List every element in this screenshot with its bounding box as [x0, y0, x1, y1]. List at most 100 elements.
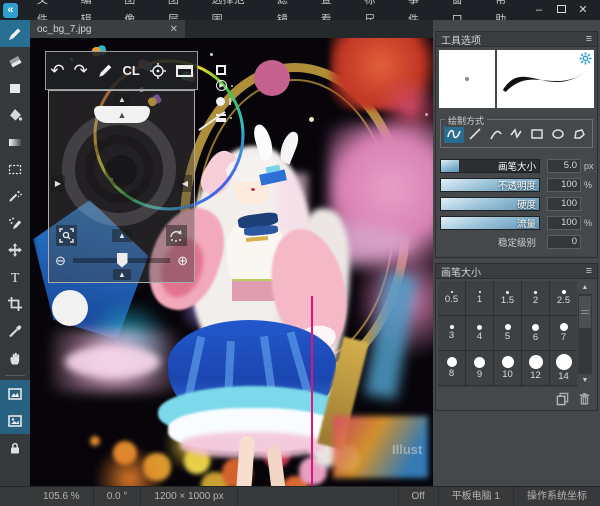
image-panel-toggle-1[interactable] [0, 380, 30, 407]
scroll-up-icon[interactable]: ▲ [578, 281, 592, 294]
brush-size-preset[interactable]: 0.5 [438, 281, 465, 315]
hardness-slider[interactable]: 硬度 [440, 196, 540, 211]
fit-view-button[interactable] [56, 225, 77, 246]
pen-quick-button[interactable] [97, 62, 114, 79]
expand-button[interactable]: ▲ [113, 269, 131, 280]
panel-menu-icon[interactable]: ≡ [586, 265, 592, 277]
brush-size-preset[interactable]: 5 [494, 316, 521, 350]
draw-freehand-button[interactable] [444, 125, 464, 143]
zoom-out-button[interactable]: ⊖ [55, 254, 66, 267]
draw-polyline-button[interactable] [506, 125, 526, 143]
brush-tip-preview[interactable] [439, 50, 495, 108]
brush-size-preset[interactable] [466, 386, 493, 387]
nudge-up-button[interactable]: ▲ [112, 229, 132, 242]
undo-button[interactable]: ↶ [50, 62, 64, 79]
panel-menu-icon[interactable]: ≡ [586, 33, 592, 45]
rotate-fan-button[interactable]: ▲ [94, 106, 150, 123]
zoom-level[interactable]: 105.6 % [30, 487, 94, 506]
tool-options-header[interactable]: 工具选项 ≡ [436, 32, 597, 47]
brush-size-preset[interactable]: 6 [522, 316, 549, 350]
tablet-mode[interactable]: 平板电脑 1 [437, 487, 513, 506]
flow-value[interactable]: 100 [547, 215, 581, 230]
canvas[interactable]: Illust ▶ ↶ ↷ CL ▲ ▲ ▶ ◀ ▲ ⊖ ⊕ ▲ [30, 38, 433, 486]
brush-size-preset[interactable] [522, 386, 549, 387]
zoom-in-button[interactable]: ⊕ [177, 254, 188, 267]
brush-size-preset[interactable]: 10 [494, 351, 521, 385]
flow-slider[interactable]: 流量 [440, 215, 540, 230]
gradient-tool[interactable] [0, 128, 30, 155]
brush-size-preset[interactable]: 2 [522, 281, 549, 315]
coordinate-mode[interactable]: 操作系统坐标 [513, 487, 600, 506]
brush-size-preset[interactable]: 14 [550, 351, 577, 385]
text-tool[interactable]: T [0, 263, 30, 290]
brush-size-preset[interactable]: 8 [438, 351, 465, 385]
brush-size-preset[interactable]: 3 [438, 316, 465, 350]
reset-rotation-button[interactable] [166, 225, 187, 246]
pen-tool[interactable] [0, 20, 30, 47]
close-button[interactable]: ✕ [572, 1, 594, 19]
magic-wand-tool[interactable] [0, 182, 30, 209]
brush-grid-scrollbar[interactable]: ▲ ▼ [578, 281, 592, 387]
duplicate-brush-button[interactable] [556, 392, 569, 406]
hand-tool[interactable] [0, 344, 30, 371]
pan-left-button[interactable]: ▶ [51, 175, 65, 192]
stop-icon[interactable] [216, 64, 226, 75]
target-button[interactable] [149, 62, 167, 80]
lock-tool[interactable] [0, 434, 30, 461]
brush-size-preset[interactable]: 12 [522, 351, 549, 385]
document-tab[interactable]: oc_bg_7.jpg ✕ [30, 20, 185, 38]
scrollbar-thumb[interactable] [579, 296, 591, 328]
toggle-status[interactable]: Off [397, 487, 438, 506]
brush-panel-actions [436, 389, 597, 410]
pan-up-button[interactable]: ▲ [113, 94, 131, 106]
crop-tool[interactable] [0, 290, 30, 317]
hardness-value[interactable]: 100 [547, 196, 581, 211]
gear-icon[interactable] [579, 52, 592, 65]
brush-size-value[interactable]: 5.0 [547, 158, 581, 173]
draw-polygon-button[interactable] [569, 125, 589, 143]
eyedropper-tool[interactable] [0, 317, 30, 344]
draw-ellipse-button[interactable] [548, 125, 568, 143]
zoom-slider-handle[interactable] [116, 252, 128, 268]
brush-size-preset[interactable]: 1.5 [494, 281, 521, 315]
maximize-button[interactable] [550, 1, 572, 19]
delete-brush-button[interactable] [578, 392, 591, 406]
brush-size-preset[interactable]: 9 [466, 351, 493, 385]
bucket-tool[interactable] [0, 101, 30, 128]
stabilizer-value[interactable]: 0 [547, 234, 581, 249]
window-layout-button[interactable] [175, 64, 193, 77]
menu-lines-icon[interactable] [216, 113, 226, 122]
brush-stroke-preview[interactable] [497, 50, 594, 108]
shape-tool[interactable] [0, 74, 30, 101]
scroll-down-icon[interactable]: ▼ [578, 374, 592, 387]
minimize-button[interactable]: – [528, 1, 550, 19]
draw-curve-button[interactable] [486, 125, 506, 143]
draw-rect-button[interactable] [527, 125, 547, 143]
tab-close-icon[interactable]: ✕ [170, 24, 178, 35]
redo-button[interactable]: ↷ [74, 62, 88, 79]
zoom-slider-track[interactable] [72, 252, 171, 268]
brush-size-preset[interactable]: 2.5 [550, 281, 577, 315]
image-panel-toggle-2[interactable] [0, 407, 30, 434]
pan-right-button[interactable]: ◀ [178, 175, 192, 192]
brush-size-slider[interactable]: 画笔大小 [440, 158, 540, 173]
brush-size-header[interactable]: 画笔大小 ≡ [436, 264, 597, 279]
brush-size-preset[interactable]: 7 [550, 316, 577, 350]
brush-size-preset[interactable] [550, 386, 577, 387]
rotation-angle[interactable]: 0.0 ° [94, 487, 142, 506]
opacity-slider[interactable]: 不透明度 [440, 177, 540, 192]
select-tool[interactable] [0, 155, 30, 182]
draw-line-button[interactable] [465, 125, 485, 143]
stabilizer-slider[interactable]: 稳定级别 [440, 235, 540, 249]
brush-size-preset[interactable] [438, 386, 465, 387]
select-pen-tool[interactable] [0, 209, 30, 236]
brush-size-preset[interactable]: 4 [466, 316, 493, 350]
move-tool[interactable] [0, 236, 30, 263]
brush-size-preset[interactable]: 1 [466, 281, 493, 315]
eraser-tool[interactable] [0, 47, 30, 74]
clear-button[interactable]: CL [123, 63, 140, 78]
brush-size-preset[interactable] [494, 386, 521, 387]
record-icon[interactable] [216, 97, 225, 106]
opacity-value[interactable]: 100 [547, 177, 581, 192]
play-icon[interactable]: ▶ [216, 80, 227, 91]
